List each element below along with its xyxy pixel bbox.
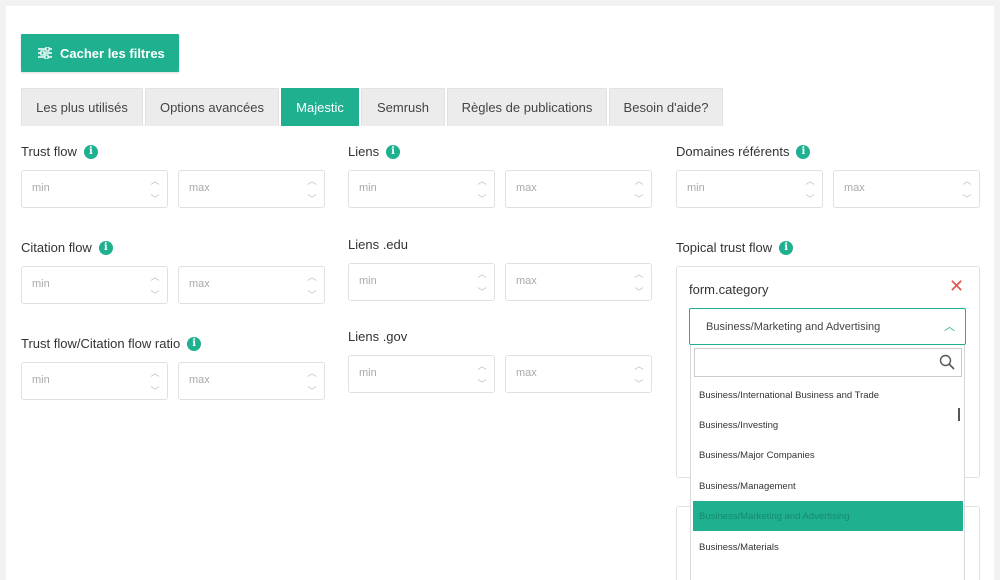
number-spinner[interactable]: ︿ ﹀ [633,360,645,390]
sliders-icon [38,47,52,59]
tf-cf-ratio-max-input[interactable]: max ︿ ﹀ [178,362,325,400]
liens-max-input[interactable]: max ︿ ﹀ [505,170,652,208]
number-spinner[interactable]: ︿ ﹀ [149,367,161,397]
number-spinner[interactable]: ︿ ﹀ [633,175,645,205]
dropdown-option-selected[interactable]: Business/Marketing and Advertising [693,501,963,531]
number-spinner[interactable]: ︿ ﹀ [306,175,318,205]
liens-edu-label: Liens .edu [348,237,408,252]
info-icon[interactable]: i [187,336,202,351]
domaines-referents-label: Domaines référents i [676,144,811,159]
tf-cf-ratio-label: Trust flow/Citation flow ratio i [21,336,202,351]
close-icon[interactable]: ✕ [949,276,964,297]
chevron-up-icon: ︿ [944,321,955,333]
dropdown-option[interactable]: Business/Materials [693,532,963,562]
number-spinner[interactable]: ︿ ﹀ [149,271,161,301]
dropdown-option[interactable]: Business/Investing [693,410,963,440]
form-category-label: form.category [689,282,769,297]
citation-flow-label: Citation flow i [21,240,113,255]
domaines-referents-min-input[interactable]: min ︿ ﹀ [676,170,823,208]
trust-flow-label: Trust flow i [21,144,98,159]
domaines-referents-max-input[interactable]: max ︿ ﹀ [833,170,980,208]
number-spinner[interactable]: ︿ ﹀ [476,175,488,205]
liens-gov-label: Liens .gov [348,329,408,344]
citation-flow-min-input[interactable]: min ︿ ﹀ [21,266,168,304]
number-spinner[interactable]: ︿ ﹀ [804,175,816,205]
tab-publication-rules[interactable]: Règles de publications [447,88,607,126]
tab-help[interactable]: Besoin d'aide? [609,88,723,126]
liens-label: Liens i [348,144,401,159]
liens-edu-max-input[interactable]: max ︿ ﹀ [505,263,652,301]
number-spinner[interactable]: ︿ ﹀ [476,360,488,390]
info-icon[interactable]: i [83,144,98,159]
number-spinner[interactable]: ︿ ﹀ [633,268,645,298]
number-spinner[interactable]: ︿ ﹀ [961,175,973,205]
trust-flow-min-input[interactable]: min ︿ ﹀ [21,170,168,208]
topical-trust-flow-label: Topical trust flow i [676,240,794,255]
category-select[interactable]: Business/Marketing and Advertising ︿ [689,308,966,345]
number-spinner[interactable]: ︿ ﹀ [476,268,488,298]
tab-advanced-options[interactable]: Options avancées [145,88,279,126]
dropdown-scrollbar[interactable] [958,408,960,421]
tab-majestic[interactable]: Majestic [281,88,359,126]
dropdown-option[interactable]: Business/International Business and Trad… [693,380,963,410]
hide-filters-button[interactable]: Cacher les filtres [21,34,179,72]
dropdown-search-input[interactable] [694,348,962,377]
number-spinner[interactable]: ︿ ﹀ [306,271,318,301]
liens-gov-max-input[interactable]: max ︿ ﹀ [505,355,652,393]
tab-most-used[interactable]: Les plus utilisés [21,88,143,126]
tab-semrush[interactable]: Semrush [361,88,445,126]
info-icon[interactable]: i [98,240,113,255]
category-select-value: Business/Marketing and Advertising [706,321,881,333]
dropdown-option[interactable]: Business/Major Companies [693,440,963,470]
number-spinner[interactable]: ︿ ﹀ [306,367,318,397]
liens-edu-min-input[interactable]: min ︿ ﹀ [348,263,495,301]
hide-filters-label: Cacher les filtres [60,45,165,61]
info-icon[interactable]: i [779,240,794,255]
citation-flow-max-input[interactable]: max ︿ ﹀ [178,266,325,304]
info-icon[interactable]: i [386,144,401,159]
tf-cf-ratio-min-input[interactable]: min ︿ ﹀ [21,362,168,400]
liens-gov-min-input[interactable]: min ︿ ﹀ [348,355,495,393]
search-icon [939,354,955,370]
trust-flow-max-input[interactable]: max ︿ ﹀ [178,170,325,208]
info-icon[interactable]: i [796,144,811,159]
liens-min-input[interactable]: min ︿ ﹀ [348,170,495,208]
dropdown-option[interactable]: Business/Management [693,471,963,501]
category-dropdown: Business/International Business and Trad… [690,345,965,580]
number-spinner[interactable]: ︿ ﹀ [149,175,161,205]
filter-tabs: Les plus utilisés Options avancées Majes… [21,88,725,126]
